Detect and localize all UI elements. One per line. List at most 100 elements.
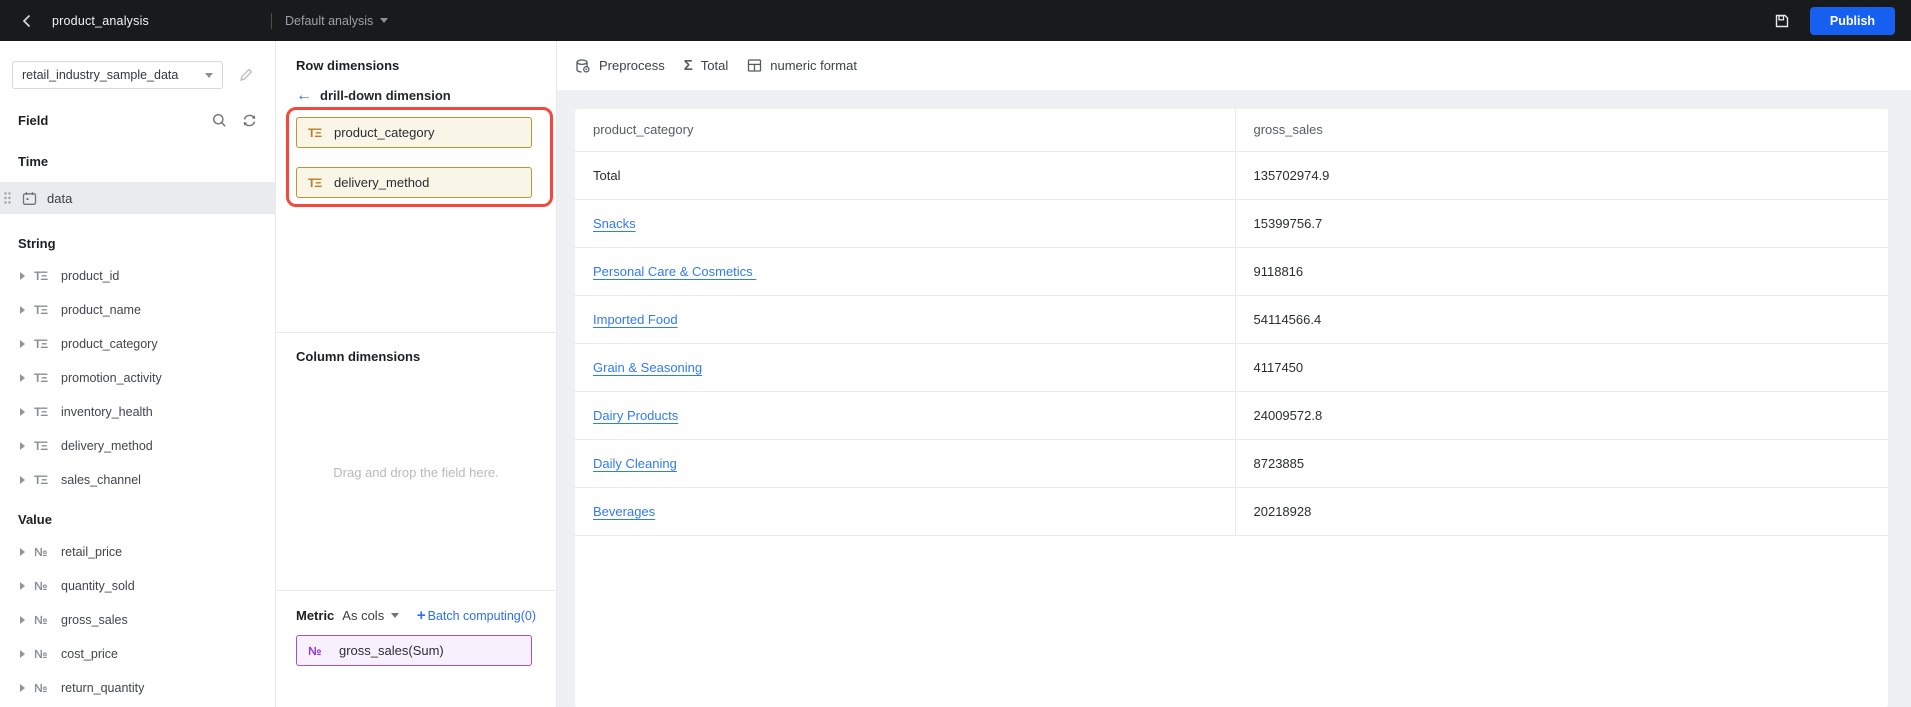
total-button[interactable]: Σ Total [684,58,728,74]
cell-value: 4117450 [1253,359,1304,375]
batch-computing-link[interactable]: + Batch computing(0) [417,607,536,624]
table-row: Snacks 15399756.7 [575,199,1888,248]
field-label: quantity_sold [61,579,135,593]
back-icon[interactable] [16,11,36,31]
page-title: product_analysis [52,13,150,28]
cell-value: 15399756.7 [1253,215,1323,231]
drop-zone-placeholder[interactable]: Drag and drop the field here. [276,465,556,480]
column-header-gross-sales[interactable]: gross_sales [1235,109,1888,152]
drill-down-label: drill-down dimension [320,88,451,103]
analysis-label: Default analysis [285,13,374,28]
expand-icon[interactable] [20,548,25,556]
expand-icon[interactable] [20,306,25,314]
chip-label: delivery_method [334,175,430,190]
expand-icon[interactable] [20,616,25,624]
field-item-inventory-health[interactable]: TΞ inventory_health [0,395,275,429]
dataset-select[interactable]: retail_industry_sample_data [12,61,223,89]
row-dimension-chip-product-category[interactable]: TΞ product_category [296,117,532,148]
column-header-product-category[interactable]: product_category [575,109,1236,152]
chevron-down-icon[interactable] [391,613,400,618]
drag-handle-icon[interactable] [0,192,14,204]
field-item-quantity-sold[interactable]: № quantity_sold [0,569,275,603]
expand-icon[interactable] [20,650,25,658]
field-label: delivery_method [61,439,153,453]
field-item-product-id[interactable]: TΞ product_id [0,259,275,293]
field-item-promotion-activity[interactable]: TΞ promotion_activity [0,361,275,395]
field-item-gross-sales[interactable]: № gross_sales [0,603,275,637]
category-link[interactable]: Daily Cleaning [593,456,677,471]
table-header-row: product_category gross_sales [575,109,1888,152]
expand-icon[interactable] [20,684,25,692]
field-item-product-name[interactable]: TΞ product_name [0,293,275,327]
string-type-icon: TΞ [34,473,48,487]
category-link[interactable]: Imported Food [593,312,678,327]
field-item-return-quantity[interactable]: № return_quantity [0,671,275,705]
table-row: Beverages 20218928 [575,487,1888,536]
cell-value: 20218928 [1253,503,1312,519]
category-link[interactable]: Dairy Products [593,408,678,423]
field-section-title: Field [18,113,49,128]
pivot-table-card: product_category gross_sales Total 13570… [575,109,1888,707]
number-type-icon: № [34,647,47,661]
category-link[interactable]: Snacks [593,216,636,231]
chip-label: gross_sales(Sum) [339,643,444,658]
plus-icon: + [416,607,426,624]
field-item-data[interactable]: data [0,182,275,214]
search-icon[interactable] [212,113,227,128]
string-type-icon: TΞ [308,125,322,140]
category-link[interactable]: Beverages [593,504,655,519]
batch-computing-label: Batch computing(0) [427,608,536,623]
string-type-icon: TΞ [34,439,48,453]
row-dimension-chip-delivery-method[interactable]: TΞ delivery_method [296,167,532,198]
drill-down-dimension[interactable]: ← drill-down dimension [296,86,556,104]
category-link[interactable]: Grain & Seasoning [593,360,702,375]
field-sidebar: retail_industry_sample_data Field Time d… [0,41,276,707]
pivot-table: product_category gross_sales Total 13570… [575,109,1888,536]
field-item-cost-price[interactable]: № cost_price [0,637,275,671]
expand-icon[interactable] [20,340,25,348]
expand-icon[interactable] [20,442,25,450]
numeric-format-label: numeric format [770,58,857,73]
arrow-left-icon: ← [296,86,312,104]
expand-icon[interactable] [20,582,25,590]
expand-icon[interactable] [20,272,25,280]
expand-icon[interactable] [20,408,25,416]
dataset-name: retail_industry_sample_data [22,68,179,82]
string-type-icon: TΞ [34,303,48,317]
table-row: Dairy Products 24009572.8 [575,391,1888,440]
topbar-divider [271,12,273,29]
field-label: inventory_health [61,405,153,419]
expand-icon[interactable] [20,374,25,382]
field-item-retail-price[interactable]: № retail_price [0,535,275,569]
field-item-product-category[interactable]: TΞ product_category [0,327,275,361]
publish-button[interactable]: Publish [1810,6,1895,35]
row-label: Total [593,167,621,183]
cell-value: 24009572.8 [1253,407,1323,423]
table-row: Personal Care & Cosmetics 9118816 [575,247,1888,296]
dimension-panel: Row dimensions ← drill-down dimension TΞ… [276,41,557,707]
field-label: sales_channel [61,473,141,487]
field-item-delivery-method[interactable]: TΞ delivery_method [0,429,275,463]
string-section-title: String [18,236,56,251]
analysis-selector[interactable]: Default analysis [285,13,389,28]
save-icon[interactable] [1771,10,1793,32]
number-type-icon: № [308,643,322,658]
field-label: cost_price [61,647,118,661]
metric-mode-select[interactable]: As cols [342,608,384,623]
top-bar: product_analysis Default analysis Publis… [0,0,1911,41]
result-toolbar: Preprocess Σ Total numeric format [557,41,1911,90]
chevron-down-icon [205,72,213,78]
preprocess-label: Preprocess [599,58,665,73]
numeric-format-button[interactable]: numeric format [747,58,857,73]
refresh-icon[interactable] [242,113,257,128]
cell-value: 135702974.9 [1253,167,1330,183]
edit-dataset-icon[interactable] [239,68,253,82]
field-label: product_name [61,303,141,317]
cell-value: 8723885 [1253,455,1305,471]
field-label: retail_price [61,545,123,559]
category-link[interactable]: Personal Care & Cosmetics [593,264,756,279]
field-item-sales-channel[interactable]: TΞ sales_channel [0,463,275,497]
preprocess-button[interactable]: Preprocess [575,58,665,74]
expand-icon[interactable] [20,476,25,484]
metric-chip-gross-sales-sum[interactable]: № gross_sales(Sum) [296,635,532,666]
